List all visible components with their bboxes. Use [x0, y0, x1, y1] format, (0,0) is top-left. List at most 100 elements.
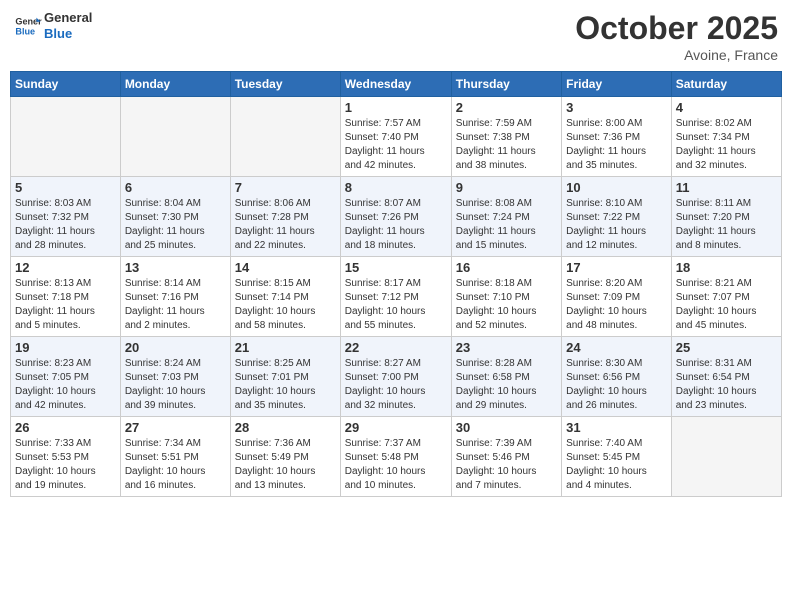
weekday-header-thursday: Thursday [451, 72, 561, 97]
calendar-cell: 5 Sunrise: 8:03 AM Sunset: 7:32 PM Daylig… [11, 177, 121, 257]
day-info: Sunrise: 8:10 AM Sunset: 7:22 PM Dayligh… [566, 197, 667, 253]
day-number: 15 [345, 260, 447, 275]
day-info: Sunrise: 7:57 AM Sunset: 7:40 PM Dayligh… [345, 117, 447, 173]
day-info: Sunrise: 7:39 AM Sunset: 5:46 PM Dayligh… [456, 437, 557, 493]
calendar-cell: 11 Sunrise: 8:11 AM Sunset: 7:20 PM Dayli… [671, 177, 781, 257]
day-info: Sunrise: 8:18 AM Sunset: 7:10 PM Dayligh… [456, 277, 557, 333]
day-number: 12 [15, 260, 116, 275]
day-number: 31 [566, 420, 667, 435]
calendar-cell: 18 Sunrise: 8:21 AM Sunset: 7:07 PM Dayli… [671, 257, 781, 337]
calendar-cell: 25Sunrise: 8:31 AM Sunset: 6:54 PM Dayli… [671, 337, 781, 417]
day-number: 30 [456, 420, 557, 435]
day-number: 14 [235, 260, 336, 275]
calendar-cell: 10 Sunrise: 8:10 AM Sunset: 7:22 PM Dayli… [562, 177, 672, 257]
day-number: 18 [676, 260, 777, 275]
calendar-cell: 31Sunrise: 7:40 AM Sunset: 5:45 PM Dayli… [562, 417, 672, 497]
location: Avoine, France [575, 47, 778, 63]
calendar-week-row: 19 Sunrise: 8:23 AM Sunset: 7:05 PM Dayli… [11, 337, 782, 417]
day-number: 8 [345, 180, 447, 195]
weekday-header-wednesday: Wednesday [340, 72, 451, 97]
day-number: 22 [345, 340, 447, 355]
day-number: 26 [15, 420, 116, 435]
calendar-cell: 26 Sunrise: 7:33 AM Sunset: 5:53 PM Dayli… [11, 417, 121, 497]
calendar-cell [671, 417, 781, 497]
calendar-cell: 2 Sunrise: 7:59 AM Sunset: 7:38 PM Daylig… [451, 97, 561, 177]
day-number: 2 [456, 100, 557, 115]
month-title: October 2025 [575, 10, 778, 47]
weekday-header-sunday: Sunday [11, 72, 121, 97]
calendar-cell: 24 Sunrise: 8:30 AM Sunset: 6:56 PM Dayli… [562, 337, 672, 417]
day-number: 17 [566, 260, 667, 275]
calendar-cell: 29Sunrise: 7:37 AM Sunset: 5:48 PM Dayli… [340, 417, 451, 497]
weekday-header-monday: Monday [120, 72, 230, 97]
day-info: Sunrise: 8:08 AM Sunset: 7:24 PM Dayligh… [456, 197, 557, 253]
day-info: Sunrise: 7:59 AM Sunset: 7:38 PM Dayligh… [456, 117, 557, 173]
calendar-week-row: 1 Sunrise: 7:57 AM Sunset: 7:40 PM Daylig… [11, 97, 782, 177]
logo: General Blue General Blue [14, 10, 92, 41]
calendar-cell: 6Sunrise: 8:04 AM Sunset: 7:30 PM Daylig… [120, 177, 230, 257]
calendar-cell: 19 Sunrise: 8:23 AM Sunset: 7:05 PM Dayli… [11, 337, 121, 417]
day-info: Sunrise: 8:14 AM Sunset: 7:16 PM Dayligh… [125, 277, 226, 333]
calendar-cell: 12 Sunrise: 8:13 AM Sunset: 7:18 PM Dayli… [11, 257, 121, 337]
day-info: Sunrise: 8:17 AM Sunset: 7:12 PM Dayligh… [345, 277, 447, 333]
calendar: SundayMondayTuesdayWednesdayThursdayFrid… [10, 71, 782, 497]
day-info: Sunrise: 8:07 AM Sunset: 7:26 PM Dayligh… [345, 197, 447, 253]
day-info: Sunrise: 7:33 AM Sunset: 5:53 PM Dayligh… [15, 437, 116, 493]
day-number: 23 [456, 340, 557, 355]
weekday-header-friday: Friday [562, 72, 672, 97]
calendar-cell: 27 Sunrise: 7:34 AM Sunset: 5:51 PM Dayli… [120, 417, 230, 497]
calendar-cell: 13Sunrise: 8:14 AM Sunset: 7:16 PM Dayli… [120, 257, 230, 337]
day-info: Sunrise: 8:04 AM Sunset: 7:30 PM Dayligh… [125, 197, 226, 253]
day-info: Sunrise: 8:23 AM Sunset: 7:05 PM Dayligh… [15, 357, 116, 413]
calendar-cell: 7 Sunrise: 8:06 AM Sunset: 7:28 PM Daylig… [230, 177, 340, 257]
calendar-cell: 16 Sunrise: 8:18 AM Sunset: 7:10 PM Dayli… [451, 257, 561, 337]
calendar-week-row: 26 Sunrise: 7:33 AM Sunset: 5:53 PM Dayli… [11, 417, 782, 497]
day-info: Sunrise: 8:11 AM Sunset: 7:20 PM Dayligh… [676, 197, 777, 253]
day-number: 11 [676, 180, 777, 195]
calendar-cell: 14 Sunrise: 8:15 AM Sunset: 7:14 PM Dayli… [230, 257, 340, 337]
day-number: 1 [345, 100, 447, 115]
day-number: 4 [676, 100, 777, 115]
calendar-week-row: 12 Sunrise: 8:13 AM Sunset: 7:18 PM Dayli… [11, 257, 782, 337]
day-info: Sunrise: 8:06 AM Sunset: 7:28 PM Dayligh… [235, 197, 336, 253]
calendar-cell: 23Sunrise: 8:28 AM Sunset: 6:58 PM Dayli… [451, 337, 561, 417]
logo-blue: Blue [44, 26, 92, 42]
day-info: Sunrise: 8:03 AM Sunset: 7:32 PM Dayligh… [15, 197, 116, 253]
day-info: Sunrise: 8:25 AM Sunset: 7:01 PM Dayligh… [235, 357, 336, 413]
weekday-header-row: SundayMondayTuesdayWednesdayThursdayFrid… [11, 72, 782, 97]
day-info: Sunrise: 8:00 AM Sunset: 7:36 PM Dayligh… [566, 117, 667, 173]
day-info: Sunrise: 8:30 AM Sunset: 6:56 PM Dayligh… [566, 357, 667, 413]
calendar-cell: 28Sunrise: 7:36 AM Sunset: 5:49 PM Dayli… [230, 417, 340, 497]
weekday-header-saturday: Saturday [671, 72, 781, 97]
calendar-cell: 22 Sunrise: 8:27 AM Sunset: 7:00 PM Dayli… [340, 337, 451, 417]
title-block: October 2025 Avoine, France [575, 10, 778, 63]
header: General Blue General Blue October 2025 A… [10, 10, 782, 63]
calendar-cell: 8 Sunrise: 8:07 AM Sunset: 7:26 PM Daylig… [340, 177, 451, 257]
day-number: 16 [456, 260, 557, 275]
day-number: 25 [676, 340, 777, 355]
day-info: Sunrise: 8:13 AM Sunset: 7:18 PM Dayligh… [15, 277, 116, 333]
day-info: Sunrise: 8:15 AM Sunset: 7:14 PM Dayligh… [235, 277, 336, 333]
day-info: Sunrise: 7:34 AM Sunset: 5:51 PM Dayligh… [125, 437, 226, 493]
day-number: 7 [235, 180, 336, 195]
calendar-cell: 30 Sunrise: 7:39 AM Sunset: 5:46 PM Dayli… [451, 417, 561, 497]
calendar-week-row: 5 Sunrise: 8:03 AM Sunset: 7:32 PM Daylig… [11, 177, 782, 257]
day-info: Sunrise: 8:21 AM Sunset: 7:07 PM Dayligh… [676, 277, 777, 333]
calendar-cell [120, 97, 230, 177]
calendar-cell: 17Sunrise: 8:20 AM Sunset: 7:09 PM Dayli… [562, 257, 672, 337]
day-info: Sunrise: 7:37 AM Sunset: 5:48 PM Dayligh… [345, 437, 447, 493]
logo-general: General [44, 10, 92, 26]
day-number: 24 [566, 340, 667, 355]
day-number: 5 [15, 180, 116, 195]
day-number: 19 [15, 340, 116, 355]
calendar-cell: 20Sunrise: 8:24 AM Sunset: 7:03 PM Dayli… [120, 337, 230, 417]
day-number: 3 [566, 100, 667, 115]
calendar-cell: 1 Sunrise: 7:57 AM Sunset: 7:40 PM Daylig… [340, 97, 451, 177]
calendar-cell [230, 97, 340, 177]
day-info: Sunrise: 8:02 AM Sunset: 7:34 PM Dayligh… [676, 117, 777, 173]
day-info: Sunrise: 8:27 AM Sunset: 7:00 PM Dayligh… [345, 357, 447, 413]
day-number: 9 [456, 180, 557, 195]
calendar-cell: 21Sunrise: 8:25 AM Sunset: 7:01 PM Dayli… [230, 337, 340, 417]
day-number: 27 [125, 420, 226, 435]
day-number: 10 [566, 180, 667, 195]
